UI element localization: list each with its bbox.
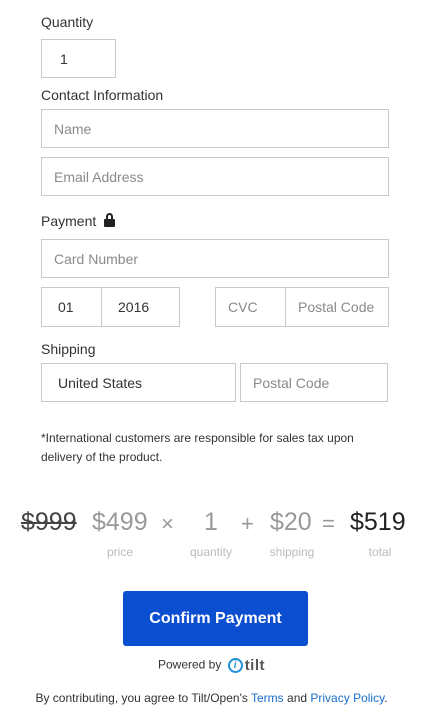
legal-prefix: By contributing, you agree to Tilt/Open'… [35, 691, 248, 705]
privacy-policy-link[interactable]: Privacy Policy [310, 691, 384, 705]
legal-suffix: . [384, 691, 388, 705]
terms-link[interactable]: Terms [251, 691, 284, 705]
legal-text: By contributing, you agree to Tilt/Open'… [0, 691, 423, 705]
quantity-label: Quantity [41, 14, 94, 30]
email-input[interactable] [41, 157, 389, 196]
expiry-month-input[interactable] [42, 288, 101, 326]
powered-by-text: Powered by [157, 657, 222, 672]
price-caption: price [106, 545, 133, 559]
times-operator: × [161, 511, 174, 536]
tilt-logo-icon: i tilt [227, 657, 266, 674]
shipping-postal-code-input[interactable] [240, 363, 388, 402]
shipping-value: $20 [270, 508, 312, 536]
tilt-mark: i [227, 658, 243, 673]
quantity-input[interactable] [41, 39, 116, 78]
expiry-year-input[interactable] [101, 288, 179, 326]
expiry-group [41, 287, 180, 327]
tilt-wordmark: tilt [244, 657, 266, 674]
powered-by: Powered by i tilt [0, 657, 423, 674]
shipping-caption: shipping [269, 545, 315, 559]
name-input[interactable] [41, 109, 389, 148]
price-value: $499 [92, 508, 148, 536]
legal-and: and [287, 691, 308, 705]
plus-operator: + [241, 511, 254, 536]
quantity-caption: quantity [189, 545, 233, 559]
shipping-label: Shipping [41, 341, 96, 357]
total-caption: total [368, 545, 392, 559]
card-number-input[interactable] [41, 239, 389, 278]
equals-operator: = [322, 511, 335, 536]
cvc-input[interactable] [216, 288, 285, 326]
cvc-postal-group [215, 287, 389, 327]
contact-information-label: Contact Information [41, 87, 164, 103]
payment-label: Payment [41, 213, 116, 229]
total-value: $519 [350, 508, 406, 536]
original-price: $999 [21, 508, 77, 536]
confirm-payment-button[interactable]: Confirm Payment [123, 591, 308, 646]
price-summary: $999 $499 price × 1 quantity + $20 shipp… [0, 508, 423, 568]
lock-icon [103, 213, 116, 227]
quantity-value: 1 [204, 508, 218, 536]
sales-tax-note: *International customers are responsible… [41, 431, 354, 464]
billing-postal-code-input[interactable] [285, 288, 388, 326]
shipping-country-select[interactable] [41, 363, 236, 402]
payment-label-text: Payment [41, 213, 97, 229]
